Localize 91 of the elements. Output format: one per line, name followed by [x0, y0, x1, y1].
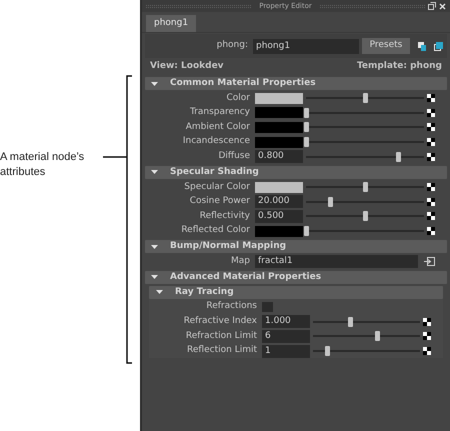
- checker-icon[interactable]: [427, 227, 435, 236]
- attribute-label: Refraction Limit: [184, 330, 258, 343]
- slider-thumb[interactable]: [363, 93, 368, 104]
- value-field[interactable]: 1: [262, 344, 310, 358]
- attribute-label: Specular Color: [183, 180, 251, 194]
- attribute-label: Reflection Limit: [186, 344, 258, 358]
- color-swatch[interactable]: [255, 122, 303, 133]
- color-swatch[interactable]: [255, 136, 303, 148]
- color-swatch[interactable]: [255, 182, 303, 193]
- attribute-label: Refractive Index: [182, 315, 258, 328]
- slider-thumb[interactable]: [363, 182, 368, 192]
- template-label: Template: phong: [356, 60, 442, 74]
- checker-icon[interactable]: [423, 332, 431, 340]
- slider-thumb[interactable]: [304, 122, 309, 132]
- slider[interactable]: [313, 331, 420, 342]
- slider-thumb[interactable]: [396, 152, 402, 162]
- value-field[interactable]: 20.000: [255, 195, 303, 208]
- slider-thumb[interactable]: [304, 108, 309, 118]
- checker-icon[interactable]: [427, 198, 435, 206]
- caret-icon: [151, 170, 158, 174]
- color-swatch[interactable]: [255, 92, 303, 104]
- slider-thumb[interactable]: [328, 196, 333, 207]
- slider[interactable]: [306, 108, 424, 118]
- slider-thumb[interactable]: [324, 346, 330, 356]
- caret-icon: [151, 244, 158, 249]
- value-field[interactable]: 6: [262, 330, 310, 343]
- annotation-text: A material node’s attributes: [0, 150, 86, 180]
- attribute-label: Map: [230, 254, 251, 268]
- attribute-label: Ambient Color: [184, 120, 251, 134]
- slider-thumb[interactable]: [363, 211, 368, 222]
- slider[interactable]: [306, 226, 424, 236]
- node-label: phong:: [216, 39, 248, 52]
- slider[interactable]: [306, 196, 424, 207]
- close-icon[interactable]: [439, 2, 446, 10]
- section-header[interactable]: Specular Shading: [145, 166, 447, 179]
- checker-icon[interactable]: [427, 123, 435, 132]
- checker-icon[interactable]: [427, 212, 435, 220]
- view-label: View: Lookdev: [150, 60, 224, 74]
- slider[interactable]: [306, 137, 424, 148]
- presets-button[interactable]: Presets: [362, 38, 410, 54]
- connection-icon[interactable]: [424, 257, 435, 266]
- tab[interactable]: phong1: [146, 15, 196, 32]
- section-title: Common Material Properties: [170, 76, 316, 90]
- value-field[interactable]: 1.000: [262, 315, 310, 328]
- checker-icon[interactable]: [427, 138, 435, 146]
- attribute-label: Transparency: [188, 106, 251, 120]
- slider[interactable]: [306, 211, 424, 222]
- section-title: Bump/Normal Mapping: [170, 240, 286, 254]
- value-field[interactable]: 0.500: [255, 210, 303, 223]
- section-header[interactable]: Common Material Properties: [145, 77, 447, 90]
- attribute-label: Diffuse: [217, 150, 251, 163]
- attribute-label: Reflectivity: [198, 210, 251, 223]
- checkbox[interactable]: [262, 302, 273, 312]
- slider[interactable]: [306, 152, 424, 162]
- attribute-label: Incandescence: [182, 135, 251, 148]
- caret-icon: [151, 275, 158, 280]
- section-title: Advanced Material Properties: [170, 270, 322, 284]
- section-header[interactable]: Bump/Normal Mapping: [145, 240, 447, 254]
- color-swatch[interactable]: [255, 226, 303, 237]
- checker-icon[interactable]: [423, 347, 431, 356]
- window-icon[interactable]: [434, 42, 443, 50]
- section-title: Ray Tracing: [175, 286, 234, 299]
- checker-icon[interactable]: [423, 318, 431, 326]
- checker-icon[interactable]: [427, 94, 435, 102]
- section-title: Specular Shading: [170, 166, 259, 179]
- slider[interactable]: [306, 182, 424, 192]
- caret-icon: [151, 82, 158, 86]
- checker-icon[interactable]: [427, 108, 435, 117]
- value-field[interactable]: 0.800: [255, 150, 303, 164]
- slider-thumb[interactable]: [375, 331, 380, 342]
- copy-icon[interactable]: [418, 42, 426, 50]
- slider[interactable]: [313, 346, 420, 356]
- slider-thumb[interactable]: [304, 137, 309, 148]
- node-name-field[interactable]: phong1: [253, 38, 359, 54]
- section-header[interactable]: Advanced Material Properties: [145, 270, 447, 284]
- checker-icon[interactable]: [427, 183, 435, 192]
- float-icon[interactable]: [428, 2, 436, 10]
- attribute-label: Color: [226, 92, 251, 105]
- section-header[interactable]: Ray Tracing: [149, 286, 443, 299]
- slider[interactable]: [306, 122, 424, 132]
- attribute-label: Cosine Power: [188, 195, 251, 208]
- slider-thumb[interactable]: [348, 316, 354, 327]
- checker-icon[interactable]: [427, 152, 435, 161]
- slider[interactable]: [313, 316, 420, 327]
- color-swatch[interactable]: [255, 107, 303, 118]
- slider[interactable]: [306, 93, 424, 104]
- caret-icon: [156, 290, 163, 294]
- attribute-label: Reflected Color: [180, 224, 251, 238]
- slider-thumb[interactable]: [304, 226, 309, 236]
- attribute-label: Refractions: [205, 300, 258, 314]
- map-field[interactable]: fractal1: [255, 255, 418, 268]
